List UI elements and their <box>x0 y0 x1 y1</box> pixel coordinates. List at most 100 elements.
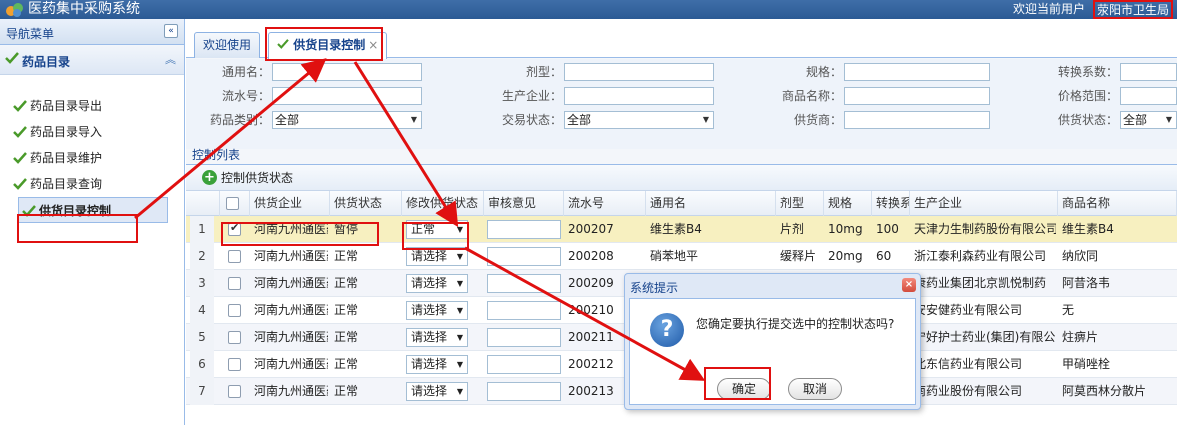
current-user[interactable]: 荥阳市卫生局 <box>1092 0 1173 19</box>
modify-status-select[interactable]: 请选择 <box>406 274 468 293</box>
modify-status-select[interactable]: 请选择 <box>406 382 468 401</box>
select-all-checkbox[interactable] <box>226 197 239 210</box>
sidebar-item-label: 药品目录查询 <box>30 177 103 191</box>
price-range-input[interactable] <box>1120 87 1177 105</box>
row-checkbox[interactable] <box>228 250 241 263</box>
sidebar-item-query[interactable]: 药品目录查询 <box>10 171 184 197</box>
row-number: 2 <box>190 243 214 270</box>
header-select-all[interactable] <box>220 191 250 216</box>
drug-category-select[interactable]: 全部 <box>272 111 422 129</box>
header-conversion[interactable]: 转换系数 <box>872 191 910 216</box>
serial-input[interactable] <box>272 87 422 105</box>
row-checkbox[interactable] <box>228 385 241 398</box>
annotation-box-sidebar <box>17 214 138 243</box>
collapse-icon[interactable]: « <box>164 24 178 38</box>
modify-status-select[interactable]: 请选择 <box>406 328 468 347</box>
supplier-input[interactable] <box>844 111 990 129</box>
cell-product-name: 无 <box>1062 303 1075 317</box>
modify-status-select[interactable]: 请选择 <box>406 355 468 374</box>
review-input[interactable] <box>487 355 561 374</box>
app-title: 医药集中采购系统 <box>28 1 140 17</box>
question-icon: ? <box>650 313 684 347</box>
cancel-button[interactable]: 取消 <box>788 378 842 400</box>
dosage-form-input[interactable] <box>564 63 714 81</box>
cell-conversion: 60 <box>876 249 892 263</box>
header-serial[interactable]: 流水号 <box>564 191 646 216</box>
cell-supplier: 河南九州通医药 <box>254 249 328 263</box>
cell-manufacturer: 安安健药业有限公司 <box>914 303 1023 317</box>
table-row[interactable]: 2 河南九州通医药正常 200208 硝苯地平 缓释片 20mg 60 浙江泰利森药业有限公司… <box>186 243 1177 270</box>
label-dosage-form: 剂型： <box>525 65 562 79</box>
dialog-body: ? 您确定要执行提交选中的控制状态吗? 确定 取消 <box>629 298 916 405</box>
close-icon[interactable]: × <box>902 278 916 292</box>
welcome-text: 欢迎当前用户 <box>1012 2 1085 16</box>
row-checkbox[interactable] <box>228 358 241 371</box>
sidebar-header: 导航菜单 « <box>0 19 184 45</box>
cell-serial: 200208 <box>568 249 614 263</box>
header-product-name[interactable]: 商品名称 <box>1058 191 1177 216</box>
cell-dosage-form: 缓释片 <box>780 249 817 263</box>
cell-status: 正常 <box>334 276 359 290</box>
sidebar-item-label: 药品目录维护 <box>30 151 103 165</box>
chevron-up-icon[interactable]: ︽ <box>165 51 176 67</box>
sidebar-group-drug-catalog[interactable]: 药品目录 ︽ <box>0 45 184 75</box>
trade-status-select[interactable]: 全部 <box>564 111 714 129</box>
header-spec[interactable]: 规格 <box>824 191 872 216</box>
conversion-input[interactable] <box>1120 63 1177 81</box>
cell-generic-name: 硝苯地平 <box>650 249 699 263</box>
cell-status: 正常 <box>334 303 359 317</box>
cell-spec: 20mg <box>828 249 863 263</box>
review-input[interactable] <box>487 382 561 401</box>
review-input[interactable] <box>487 220 561 239</box>
row-checkbox[interactable] <box>228 304 241 317</box>
header-generic-name[interactable]: 通用名 <box>646 191 776 216</box>
label-drug-category: 药品类别： <box>209 113 270 127</box>
header-status[interactable]: 供货状态 <box>330 191 402 216</box>
header-manufacturer[interactable]: 生产企业 <box>910 191 1058 216</box>
tool-button-label: 控制供货状态 <box>221 171 294 185</box>
cell-manufacturer: 浙江泰利森药业有限公司 <box>914 249 1047 263</box>
cell-generic-name: 维生素B4 <box>650 222 702 236</box>
label-serial: 流水号： <box>221 89 270 103</box>
review-input[interactable] <box>487 328 561 347</box>
dialog-message: 您确定要执行提交选中的控制状态吗? <box>696 317 895 331</box>
cell-status: 正常 <box>334 357 359 371</box>
search-form: 通用名： 剂型： 规格： 转换系数： 流水号： 生产企业： 商品名称： 价格范围… <box>186 59 1177 149</box>
cell-manufacturer: 南药业股份有限公司 <box>914 384 1023 398</box>
supply-status-select[interactable]: 全部 <box>1120 111 1177 129</box>
header-dosage-form[interactable]: 剂型 <box>776 191 824 216</box>
check-icon <box>13 100 27 112</box>
cell-status: 正常 <box>334 384 359 398</box>
sidebar-item-maintain[interactable]: 药品目录维护 <box>10 145 184 171</box>
row-number: 4 <box>190 297 214 324</box>
dialog-title: 系统提示 <box>630 281 679 295</box>
tab-label: 欢迎使用 <box>203 38 252 52</box>
manufacturer-input[interactable] <box>564 87 714 105</box>
header-review[interactable]: 审核意见 <box>484 191 564 216</box>
tab-welcome[interactable]: 欢迎使用 <box>194 32 261 58</box>
check-icon <box>13 178 27 190</box>
sidebar-title: 导航菜单 <box>6 27 55 41</box>
annotation-box-tab <box>265 27 383 61</box>
cell-product-name: 阿昔洛韦 <box>1062 276 1111 290</box>
product-name-input[interactable] <box>844 87 990 105</box>
cell-product-name: 阿莫西林分散片 <box>1062 384 1147 398</box>
control-supply-status-button[interactable]: + 控制供货状态 <box>202 170 293 186</box>
cell-supplier: 河南九州通医药 <box>254 276 328 290</box>
sidebar-item-export[interactable]: 药品目录导出 <box>10 93 184 119</box>
row-checkbox[interactable] <box>228 277 241 290</box>
sidebar-item-import[interactable]: 药品目录导入 <box>10 119 184 145</box>
header-modify-status[interactable]: 修改供货状态 <box>402 191 484 216</box>
header-supplier[interactable]: 供货企业 <box>250 191 330 216</box>
cell-spec: 10mg <box>828 222 863 236</box>
modify-status-select[interactable]: 请选择 <box>406 301 468 320</box>
cell-supplier: 河南九州通医药 <box>254 384 328 398</box>
review-input[interactable] <box>487 247 561 266</box>
generic-name-input[interactable] <box>272 63 422 81</box>
grid-header: 供货企业 供货状态 修改供货状态 审核意见 流水号 通用名 剂型 规格 转换系数… <box>186 191 1177 216</box>
review-input[interactable] <box>487 301 561 320</box>
row-checkbox[interactable] <box>228 331 241 344</box>
label-trade-status: 交易状态： <box>501 113 562 127</box>
spec-input[interactable] <box>844 63 990 81</box>
review-input[interactable] <box>487 274 561 293</box>
